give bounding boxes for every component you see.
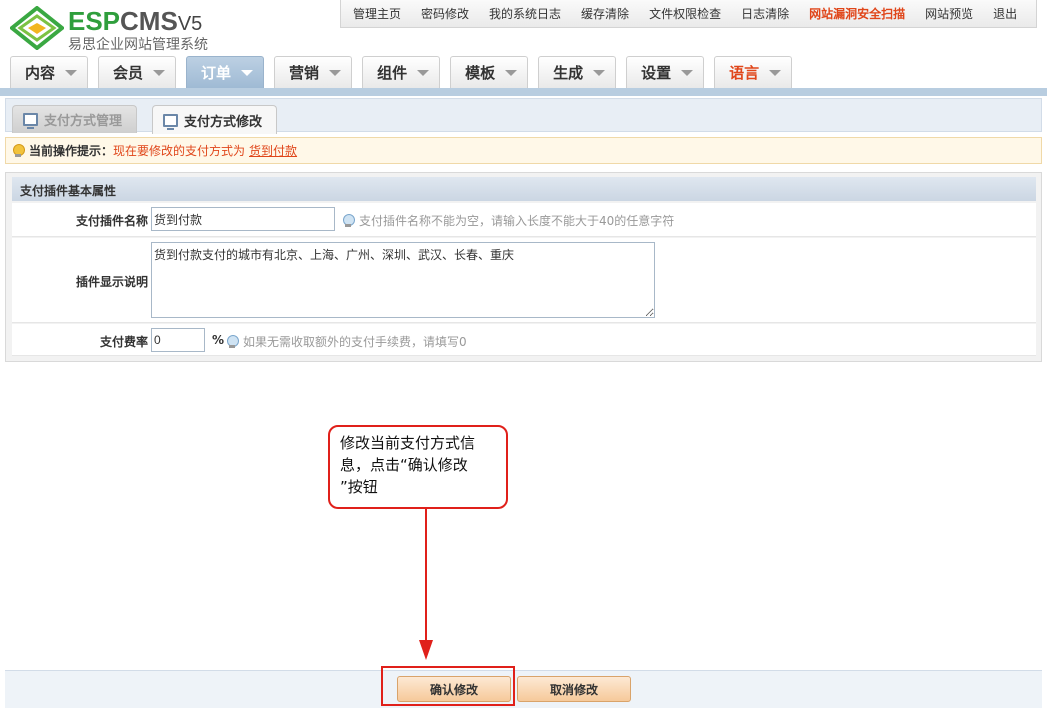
- callout-line-3: ”按钮: [340, 478, 378, 496]
- toplink-password[interactable]: 密码修改: [411, 5, 479, 22]
- sub-tabs: 支付方式管理 支付方式修改: [5, 98, 1042, 134]
- chevron-down-icon: [241, 69, 254, 76]
- plugin-desc-textarea[interactable]: 货到付款支付的城市有北京、上海、广州、深圳、武汉、长春、重庆: [151, 242, 655, 318]
- annotation-highlight-box: [381, 666, 515, 706]
- fee-rate-input[interactable]: [151, 328, 205, 352]
- panel-title: 支付插件基本属性: [12, 177, 1036, 201]
- subtab-payment-manage[interactable]: 支付方式管理: [12, 105, 138, 133]
- logo-icon: [10, 6, 64, 50]
- toplink-file-permission[interactable]: 文件权限检查: [639, 5, 731, 22]
- plugin-name-tip: 支付插件名称不能为空，请输入长度不能大于40的任意字符: [342, 212, 674, 229]
- chevron-down-icon: [153, 69, 166, 76]
- info-bulb-icon: [342, 213, 355, 228]
- callout-line-2: 息，点击“确认修改: [340, 456, 468, 474]
- percent-unit: %: [212, 333, 225, 347]
- fee-rate-tip-text: 如果无需收取额外的支付手续费，请填写0: [243, 335, 467, 349]
- window-icon: [23, 113, 38, 129]
- hint-label: 当前操作提示：: [29, 144, 114, 158]
- nav-tab-label: 内容: [25, 64, 56, 82]
- toplink-security-scan[interactable]: 网站漏洞安全扫描: [799, 5, 915, 22]
- subtab-label: 支付方式管理: [44, 114, 123, 129]
- toplink-clear-cache[interactable]: 缓存清除: [571, 5, 639, 22]
- header: ESPCMSV5 易思企业网站管理系统 管理主页 密码修改 我的系统日志 缓存清…: [0, 0, 1047, 98]
- annotation-callout: 修改当前支付方式信 息，点击“确认修改 ”按钮: [328, 425, 508, 509]
- logo-text: ESPCMSV5: [68, 6, 202, 37]
- chevron-down-icon: [417, 69, 430, 76]
- cancel-button[interactable]: 取消修改: [517, 676, 631, 702]
- nav-tab-template[interactable]: 模板: [450, 56, 529, 88]
- form-panel: 支付插件基本属性 支付插件名称 支付插件名称不能为空，请输入长度不能大于40的任…: [5, 172, 1042, 362]
- toplink-logout[interactable]: 退出: [983, 5, 1027, 22]
- hint-text: 现在要修改的支付方式为: [113, 144, 246, 158]
- logo[interactable]: ESPCMSV5 易思企业网站管理系统: [10, 4, 230, 53]
- nav-tab-label: 生成: [553, 64, 584, 82]
- plugin-desc-label: 插件显示说明: [75, 275, 148, 289]
- annotation-arrow-line: [425, 509, 427, 649]
- logo-subtitle: 易思企业网站管理系统: [68, 37, 208, 53]
- fee-rate-label: 支付费率: [99, 335, 148, 349]
- hint-payment-link[interactable]: 货到付款: [249, 142, 297, 159]
- toplink-preview[interactable]: 网站预览: [915, 5, 983, 22]
- row-plugin-desc: 插件显示说明 货到付款支付的城市有北京、上海、广州、深圳、武汉、长春、重庆: [12, 238, 1036, 323]
- chevron-down-icon: [681, 69, 694, 76]
- logo-version: V5: [177, 13, 203, 35]
- nav-tab-label: 语言: [729, 64, 760, 82]
- nav-tab-order[interactable]: 订单: [186, 56, 265, 88]
- nav-tab-label: 营销: [289, 64, 320, 82]
- nav-tab-label: 模板: [465, 64, 496, 82]
- chevron-down-icon: [65, 69, 78, 76]
- nav-tab-label: 组件: [377, 64, 408, 82]
- fee-rate-tip: 如果无需收取额外的支付手续费，请填写0: [226, 333, 467, 350]
- nav-underline: [0, 88, 1047, 96]
- main-nav: 内容 会员 订单 营销 组件 模板 生成 设置 语言: [10, 56, 802, 88]
- subtab-payment-edit[interactable]: 支付方式修改: [152, 105, 278, 134]
- subtab-label: 支付方式修改: [184, 114, 263, 130]
- row-plugin-name: 支付插件名称 支付插件名称不能为空，请输入长度不能大于40的任意字符: [12, 203, 1036, 237]
- chevron-down-icon: [769, 69, 782, 76]
- plugin-name-input[interactable]: [151, 207, 335, 231]
- toplink-my-log[interactable]: 我的系统日志: [479, 5, 571, 22]
- info-bulb-icon: [226, 334, 239, 349]
- nav-tab-settings[interactable]: 设置: [626, 56, 705, 88]
- chevron-down-icon: [505, 69, 518, 76]
- nav-tab-member[interactable]: 会员: [98, 56, 177, 88]
- window-icon: [163, 113, 178, 130]
- toplink-home[interactable]: 管理主页: [343, 5, 411, 22]
- plugin-name-tip-text: 支付插件名称不能为空，请输入长度不能大于40的任意字符: [359, 214, 675, 228]
- top-links: 管理主页 密码修改 我的系统日志 缓存清除 文件权限检查 日志清除 网站漏洞安全…: [340, 0, 1037, 28]
- lightbulb-icon: [12, 143, 25, 158]
- nav-tab-label: 设置: [641, 64, 672, 82]
- nav-tab-components[interactable]: 组件: [362, 56, 441, 88]
- operation-hint: 当前操作提示： 现在要修改的支付方式为 货到付款: [5, 137, 1042, 164]
- plugin-name-label: 支付插件名称: [75, 214, 148, 228]
- chevron-down-icon: [593, 69, 606, 76]
- row-fee-rate: 支付费率 % 如果无需收取额外的支付手续费，请填写0: [12, 324, 1036, 356]
- nav-tab-content[interactable]: 内容: [10, 56, 89, 88]
- toplink-clear-log[interactable]: 日志清除: [731, 5, 799, 22]
- nav-tab-marketing[interactable]: 营销: [274, 56, 353, 88]
- chevron-down-icon: [329, 69, 342, 76]
- nav-tab-generate[interactable]: 生成: [538, 56, 617, 88]
- callout-line-1: 修改当前支付方式信: [340, 434, 476, 452]
- logo-brand-green: ESP: [68, 6, 121, 36]
- annotation-arrow-head: [419, 640, 433, 660]
- nav-tab-label: 订单: [201, 64, 232, 82]
- nav-tab-language[interactable]: 语言: [714, 56, 793, 88]
- logo-brand-dark: CMS: [120, 6, 178, 36]
- nav-tab-label: 会员: [113, 64, 144, 82]
